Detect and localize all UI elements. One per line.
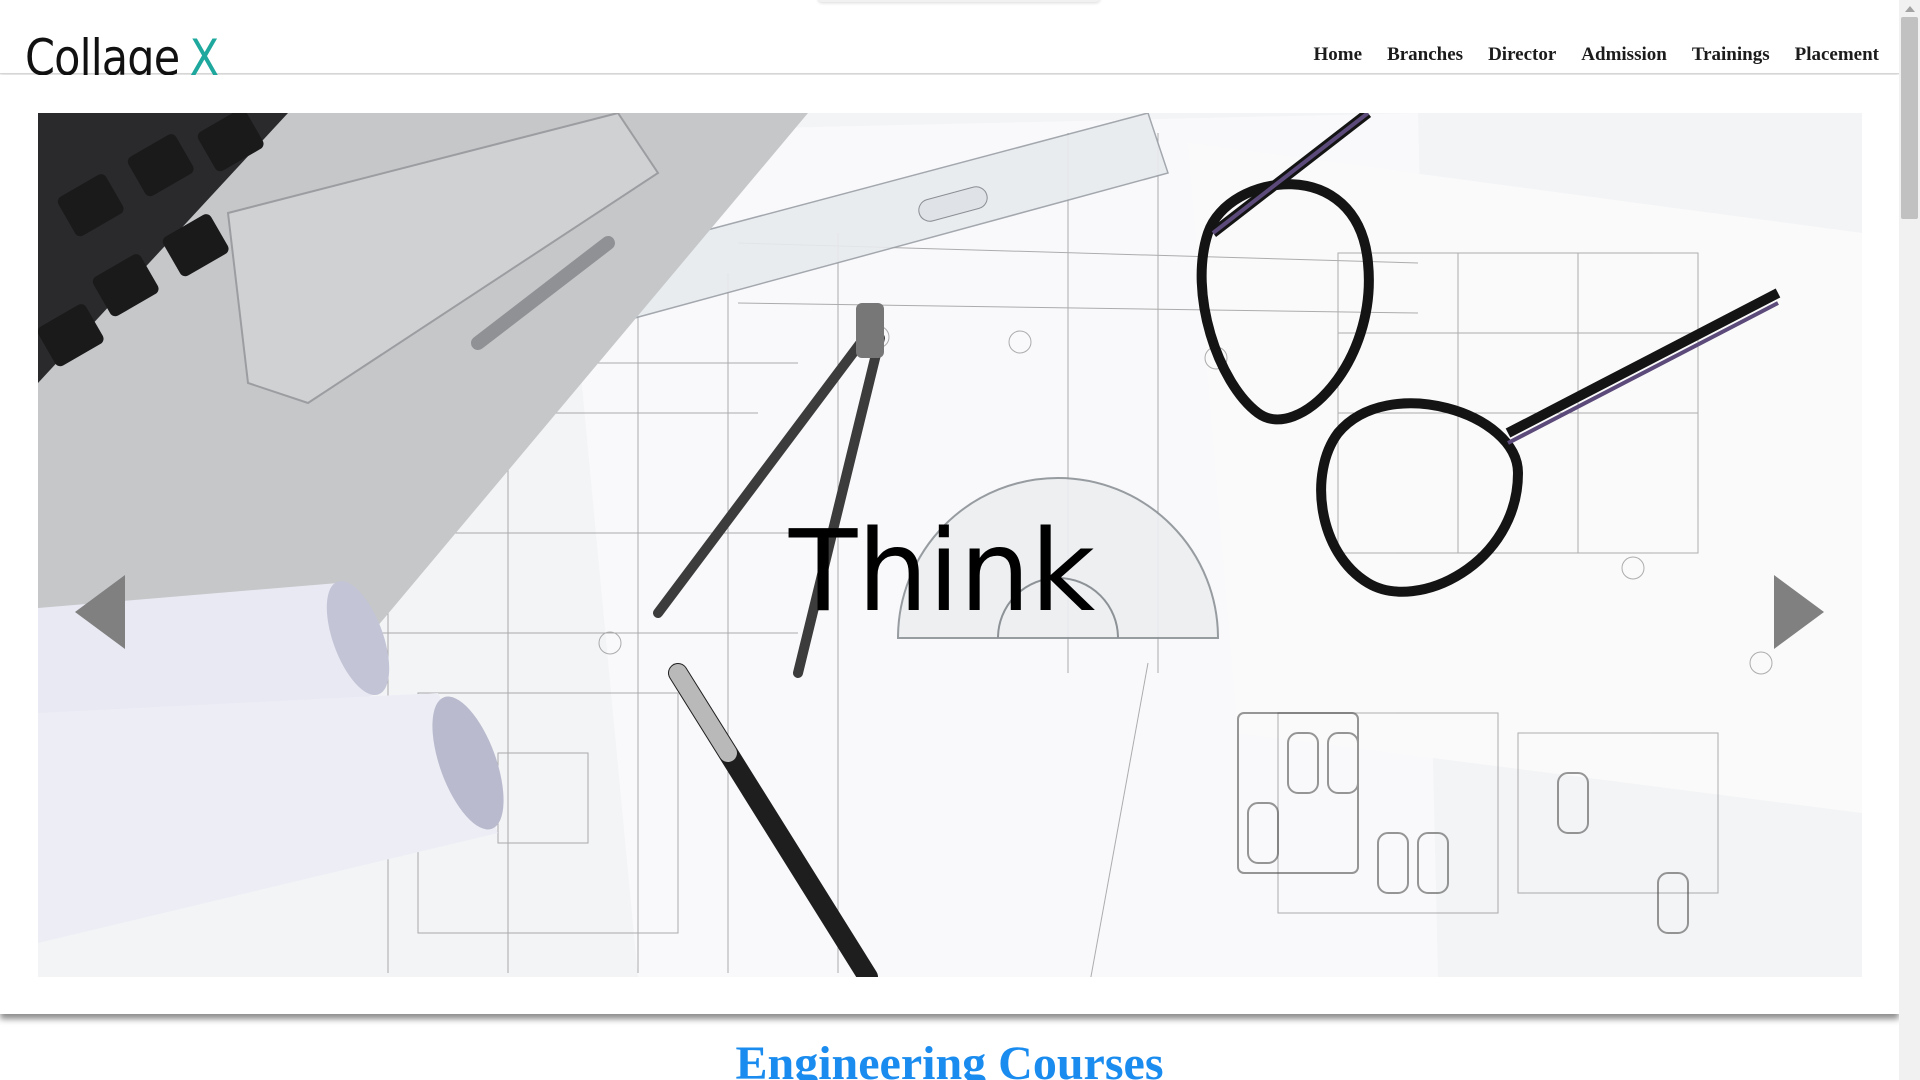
hero-slider: Think bbox=[0, 75, 1899, 1014]
nav-admission[interactable]: Admission bbox=[1581, 44, 1667, 66]
scroll-up-icon[interactable] bbox=[1905, 6, 1915, 12]
nav-home[interactable]: Home bbox=[1314, 44, 1363, 66]
nav-branches[interactable]: Branches bbox=[1387, 44, 1463, 66]
nav-trainings[interactable]: Trainings bbox=[1692, 44, 1770, 66]
top-tab bbox=[818, 0, 1100, 2]
nav-director[interactable]: Director bbox=[1488, 44, 1556, 66]
slide-caption: Think bbox=[788, 507, 1096, 637]
scrollbar-thumb[interactable] bbox=[1901, 17, 1918, 219]
site-header: Collage X Home Branches Director Admissio… bbox=[0, 0, 1899, 87]
slider-next-icon[interactable] bbox=[1774, 575, 1824, 649]
slider-prev-icon[interactable] bbox=[75, 575, 125, 649]
page: Collage X Home Branches Director Admissio… bbox=[0, 0, 1899, 1080]
slide-image: Think bbox=[38, 113, 1862, 977]
page-scrollbar[interactable] bbox=[1899, 0, 1920, 1080]
nav-placement[interactable]: Placement bbox=[1795, 44, 1879, 66]
main-nav: Home Branches Director Admission Trainin… bbox=[1314, 44, 1879, 66]
section-title: Engineering Courses bbox=[735, 1037, 1164, 1080]
